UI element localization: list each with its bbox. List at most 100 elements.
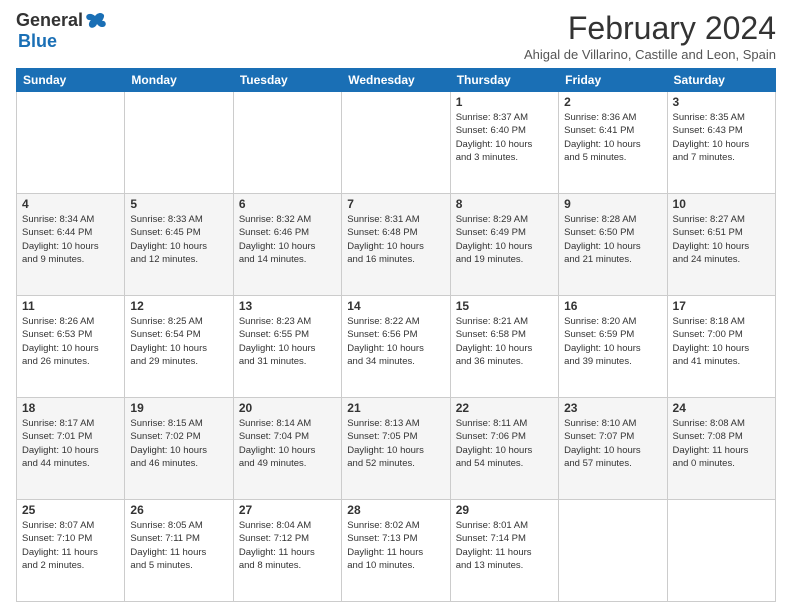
day-number: 10 bbox=[673, 197, 770, 211]
logo-general: General bbox=[16, 10, 83, 31]
weekday-header-row: Sunday Monday Tuesday Wednesday Thursday… bbox=[17, 69, 776, 92]
day-info: Sunrise: 8:23 AM Sunset: 6:55 PM Dayligh… bbox=[239, 315, 336, 368]
page: General Blue February 2024 Ahigal de Vil… bbox=[0, 0, 792, 612]
day-info: Sunrise: 8:33 AM Sunset: 6:45 PM Dayligh… bbox=[130, 213, 227, 266]
header-friday: Friday bbox=[559, 69, 667, 92]
table-row bbox=[125, 92, 233, 194]
header-wednesday: Wednesday bbox=[342, 69, 450, 92]
table-row: 1Sunrise: 8:37 AM Sunset: 6:40 PM Daylig… bbox=[450, 92, 558, 194]
table-row: 18 Sunrise: 8:17 AM Sunset: 7:01 PM Dayli… bbox=[17, 398, 125, 500]
day-info: Sunrise: 8:07 AM Sunset: 7:10 PM Dayligh… bbox=[22, 519, 119, 572]
day-number: 7 bbox=[347, 197, 444, 211]
day-number: 4 bbox=[22, 197, 119, 211]
table-row: 25Sunrise: 8:07 AM Sunset: 7:10 PM Dayli… bbox=[17, 500, 125, 602]
header-saturday: Saturday bbox=[667, 69, 775, 92]
header: General Blue February 2024 Ahigal de Vil… bbox=[16, 10, 776, 62]
day-number: 22 bbox=[456, 401, 553, 415]
day-info: Sunrise: 8:11 AM Sunset: 7:06 PM Dayligh… bbox=[456, 417, 553, 470]
table-row: 11Sunrise: 8:26 AM Sunset: 6:53 PM Dayli… bbox=[17, 296, 125, 398]
day-number: 9 bbox=[564, 197, 661, 211]
header-sunday: Sunday bbox=[17, 69, 125, 92]
day-info: Sunrise: 8:29 AM Sunset: 6:49 PM Dayligh… bbox=[456, 213, 553, 266]
day-info: Sunrise: 8:02 AM Sunset: 7:13 PM Dayligh… bbox=[347, 519, 444, 572]
table-row bbox=[667, 500, 775, 602]
table-row: 20 Sunrise: 8:14 AM Sunset: 7:04 PM Dayli… bbox=[233, 398, 341, 500]
table-row: 6 Sunrise: 8:32 AM Sunset: 6:46 PM Daylig… bbox=[233, 194, 341, 296]
day-info: Sunrise: 8:13 AM Sunset: 7:05 PM Dayligh… bbox=[347, 417, 444, 470]
day-info: Sunrise: 8:08 AM Sunset: 7:08 PM Dayligh… bbox=[673, 417, 770, 470]
table-row: 27 Sunrise: 8:04 AM Sunset: 7:12 PM Dayli… bbox=[233, 500, 341, 602]
table-row: 14 Sunrise: 8:22 AM Sunset: 6:56 PM Dayli… bbox=[342, 296, 450, 398]
day-number: 19 bbox=[130, 401, 227, 415]
table-row: 22 Sunrise: 8:11 AM Sunset: 7:06 PM Dayli… bbox=[450, 398, 558, 500]
day-info: Sunrise: 8:10 AM Sunset: 7:07 PM Dayligh… bbox=[564, 417, 661, 470]
day-info: Sunrise: 8:32 AM Sunset: 6:46 PM Dayligh… bbox=[239, 213, 336, 266]
day-number: 27 bbox=[239, 503, 336, 517]
day-number: 29 bbox=[456, 503, 553, 517]
header-tuesday: Tuesday bbox=[233, 69, 341, 92]
table-row: 4 Sunrise: 8:34 AM Sunset: 6:44 PM Daylig… bbox=[17, 194, 125, 296]
day-number: 16 bbox=[564, 299, 661, 313]
day-number: 5 bbox=[130, 197, 227, 211]
calendar-week-row: 4 Sunrise: 8:34 AM Sunset: 6:44 PM Daylig… bbox=[17, 194, 776, 296]
calendar: Sunday Monday Tuesday Wednesday Thursday… bbox=[16, 68, 776, 602]
table-row: 28 Sunrise: 8:02 AM Sunset: 7:13 PM Dayli… bbox=[342, 500, 450, 602]
logo-blue: Blue bbox=[18, 31, 57, 52]
table-row: 8 Sunrise: 8:29 AM Sunset: 6:49 PM Daylig… bbox=[450, 194, 558, 296]
day-number: 6 bbox=[239, 197, 336, 211]
location: Ahigal de Villarino, Castille and Leon, … bbox=[524, 47, 776, 62]
day-info: Sunrise: 8:04 AM Sunset: 7:12 PM Dayligh… bbox=[239, 519, 336, 572]
day-number: 17 bbox=[673, 299, 770, 313]
day-number: 28 bbox=[347, 503, 444, 517]
day-number: 18 bbox=[22, 401, 119, 415]
day-number: 8 bbox=[456, 197, 553, 211]
table-row bbox=[559, 500, 667, 602]
day-info: Sunrise: 8:35 AM Sunset: 6:43 PM Dayligh… bbox=[673, 111, 770, 164]
header-monday: Monday bbox=[125, 69, 233, 92]
table-row: 5 Sunrise: 8:33 AM Sunset: 6:45 PM Daylig… bbox=[125, 194, 233, 296]
day-number: 20 bbox=[239, 401, 336, 415]
day-info: Sunrise: 8:20 AM Sunset: 6:59 PM Dayligh… bbox=[564, 315, 661, 368]
table-row: 12 Sunrise: 8:25 AM Sunset: 6:54 PM Dayli… bbox=[125, 296, 233, 398]
table-row bbox=[17, 92, 125, 194]
table-row: 3 Sunrise: 8:35 AM Sunset: 6:43 PM Daylig… bbox=[667, 92, 775, 194]
title-block: February 2024 Ahigal de Villarino, Casti… bbox=[524, 10, 776, 62]
day-number: 13 bbox=[239, 299, 336, 313]
day-number: 21 bbox=[347, 401, 444, 415]
table-row: 13 Sunrise: 8:23 AM Sunset: 6:55 PM Dayli… bbox=[233, 296, 341, 398]
table-row: 21 Sunrise: 8:13 AM Sunset: 7:05 PM Dayli… bbox=[342, 398, 450, 500]
day-info: Sunrise: 8:14 AM Sunset: 7:04 PM Dayligh… bbox=[239, 417, 336, 470]
day-info: Sunrise: 8:27 AM Sunset: 6:51 PM Dayligh… bbox=[673, 213, 770, 266]
table-row: 7Sunrise: 8:31 AM Sunset: 6:48 PM Daylig… bbox=[342, 194, 450, 296]
day-number: 23 bbox=[564, 401, 661, 415]
calendar-table: Sunday Monday Tuesday Wednesday Thursday… bbox=[16, 68, 776, 602]
calendar-week-row: 1Sunrise: 8:37 AM Sunset: 6:40 PM Daylig… bbox=[17, 92, 776, 194]
day-info: Sunrise: 8:34 AM Sunset: 6:44 PM Dayligh… bbox=[22, 213, 119, 266]
day-number: 24 bbox=[673, 401, 770, 415]
day-number: 2 bbox=[564, 95, 661, 109]
day-info: Sunrise: 8:15 AM Sunset: 7:02 PM Dayligh… bbox=[130, 417, 227, 470]
day-info: Sunrise: 8:36 AM Sunset: 6:41 PM Dayligh… bbox=[564, 111, 661, 164]
table-row: 2 Sunrise: 8:36 AM Sunset: 6:41 PM Daylig… bbox=[559, 92, 667, 194]
day-info: Sunrise: 8:28 AM Sunset: 6:50 PM Dayligh… bbox=[564, 213, 661, 266]
day-info: Sunrise: 8:25 AM Sunset: 6:54 PM Dayligh… bbox=[130, 315, 227, 368]
day-info: Sunrise: 8:05 AM Sunset: 7:11 PM Dayligh… bbox=[130, 519, 227, 572]
header-thursday: Thursday bbox=[450, 69, 558, 92]
day-info: Sunrise: 8:17 AM Sunset: 7:01 PM Dayligh… bbox=[22, 417, 119, 470]
day-info: Sunrise: 8:21 AM Sunset: 6:58 PM Dayligh… bbox=[456, 315, 553, 368]
day-number: 3 bbox=[673, 95, 770, 109]
table-row: 10 Sunrise: 8:27 AM Sunset: 6:51 PM Dayli… bbox=[667, 194, 775, 296]
day-number: 14 bbox=[347, 299, 444, 313]
table-row bbox=[342, 92, 450, 194]
calendar-week-row: 18 Sunrise: 8:17 AM Sunset: 7:01 PM Dayli… bbox=[17, 398, 776, 500]
day-info: Sunrise: 8:22 AM Sunset: 6:56 PM Dayligh… bbox=[347, 315, 444, 368]
day-number: 12 bbox=[130, 299, 227, 313]
table-row: 15 Sunrise: 8:21 AM Sunset: 6:58 PM Dayli… bbox=[450, 296, 558, 398]
logo: General Blue bbox=[16, 10, 107, 52]
logo-bird-icon bbox=[85, 12, 107, 30]
calendar-week-row: 11Sunrise: 8:26 AM Sunset: 6:53 PM Dayli… bbox=[17, 296, 776, 398]
table-row: 29 Sunrise: 8:01 AM Sunset: 7:14 PM Dayli… bbox=[450, 500, 558, 602]
day-info: Sunrise: 8:01 AM Sunset: 7:14 PM Dayligh… bbox=[456, 519, 553, 572]
day-number: 15 bbox=[456, 299, 553, 313]
month-year: February 2024 bbox=[524, 10, 776, 47]
